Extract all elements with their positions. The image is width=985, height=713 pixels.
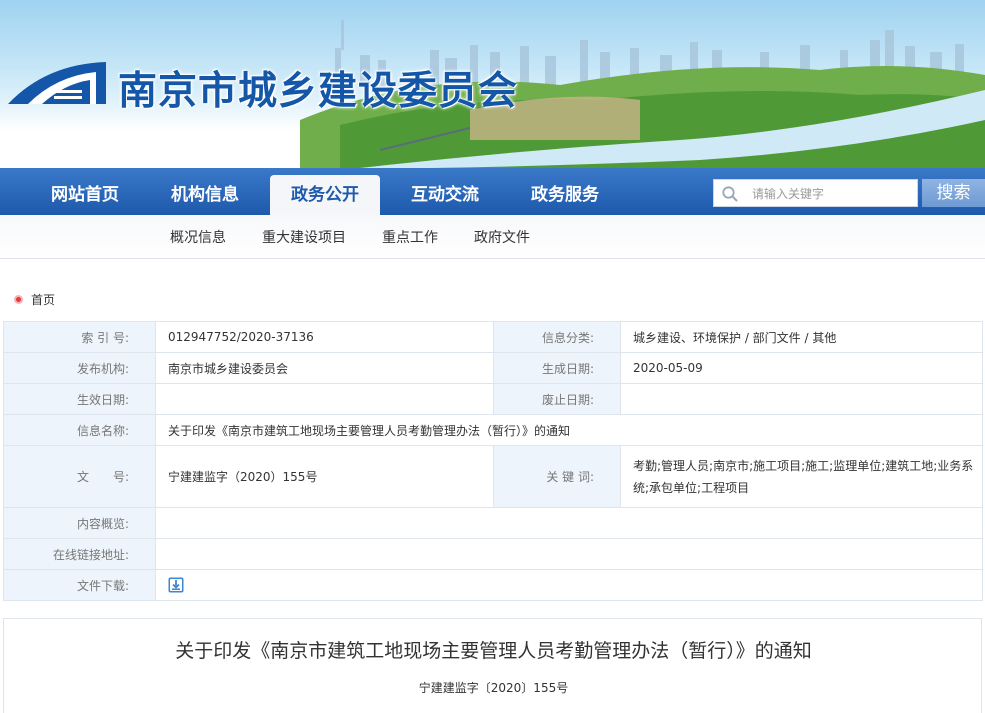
sub-nav: 概况信息 重大建设项目 重点工作 政府文件 <box>0 215 985 259</box>
subnav-overview[interactable]: 概况信息 <box>170 227 226 247</box>
info-name-label: 信息名称: <box>4 415 156 446</box>
category-label: 信息分类: <box>494 322 621 353</box>
site-logo-icon <box>6 60 110 108</box>
online-link-value <box>156 539 983 570</box>
subnav-government-documents[interactable]: 政府文件 <box>474 227 530 247</box>
article-doc-number: 宁建建监字〔2020〕155号 <box>4 679 983 696</box>
category-value: 城乡建设、环境保护 / 部门文件 / 其他 <box>621 322 983 353</box>
search-box <box>713 179 918 207</box>
table-row: 在线链接地址: <box>4 539 983 570</box>
search-button[interactable]: 搜索 <box>922 179 985 207</box>
publisher-label: 发布机构: <box>4 353 156 384</box>
info-name-value: 关于印发《南京市建筑工地现场主要管理人员考勤管理办法（暂行）》的通知 <box>156 415 983 446</box>
nav-government-affairs[interactable]: 政务公开 <box>270 175 380 215</box>
online-link-label: 在线链接地址: <box>4 539 156 570</box>
table-row: 文件下载: <box>4 570 983 601</box>
breadcrumb: 首页 <box>14 291 55 307</box>
article-title: 关于印发《南京市建筑工地现场主要管理人员考勤管理办法（暂行）》的通知 <box>4 636 983 663</box>
nav-home[interactable]: 网站首页 <box>30 175 140 215</box>
abolished-date-value <box>621 384 983 415</box>
breadcrumb-home[interactable]: 首页 <box>31 291 55 308</box>
bullet-icon <box>14 295 23 304</box>
created-date-label: 生成日期: <box>494 353 621 384</box>
search-icon <box>721 185 739 203</box>
table-row: 索 引 号: 012947752/2020-37136 信息分类: 城乡建设、环… <box>4 322 983 353</box>
summary-value <box>156 508 983 539</box>
abolished-date-label: 废止日期: <box>494 384 621 415</box>
nav-interaction[interactable]: 互动交流 <box>390 175 500 215</box>
search-input[interactable] <box>752 183 912 204</box>
header-banner: 南京市城乡建设委员会 <box>0 0 985 168</box>
subnav-key-work[interactable]: 重点工作 <box>382 227 438 247</box>
created-date-value: 2020-05-09 <box>621 353 983 384</box>
nav-services[interactable]: 政务服务 <box>510 175 620 215</box>
doc-number-value: 宁建建监字（2020）155号 <box>156 446 494 508</box>
nav-organization[interactable]: 机构信息 <box>150 175 260 215</box>
document-info-table: 索 引 号: 012947752/2020-37136 信息分类: 城乡建设、环… <box>3 321 983 601</box>
subnav-major-projects[interactable]: 重大建设项目 <box>262 227 346 247</box>
table-row: 信息名称: 关于印发《南京市建筑工地现场主要管理人员考勤管理办法（暂行）》的通知 <box>4 415 983 446</box>
site-title: 南京市城乡建设委员会 <box>118 60 518 116</box>
index-label: 索 引 号: <box>4 322 156 353</box>
doc-number-label: 文 号: <box>4 446 156 508</box>
file-download-label: 文件下载: <box>4 570 156 601</box>
keywords-value: 考勤;管理人员;南京市;施工项目;施工;监理单位;建筑工地;业务系统;承包单位;… <box>621 446 983 508</box>
index-value: 012947752/2020-37136 <box>156 322 494 353</box>
keywords-label: 关 键 词: <box>494 446 621 508</box>
table-row: 内容概览: <box>4 508 983 539</box>
effective-date-label: 生效日期: <box>4 384 156 415</box>
table-row: 发布机构: 南京市城乡建设委员会 生成日期: 2020-05-09 <box>4 353 983 384</box>
summary-label: 内容概览: <box>4 508 156 539</box>
table-row: 文 号: 宁建建监字（2020）155号 关 键 词: 考勤;管理人员;南京市;… <box>4 446 983 508</box>
publisher-value: 南京市城乡建设委员会 <box>156 353 494 384</box>
article-panel: 关于印发《南京市建筑工地现场主要管理人员考勤管理办法（暂行）》的通知 宁建建监字… <box>3 618 982 713</box>
effective-date-value <box>156 384 494 415</box>
table-row: 生效日期: 废止日期: <box>4 384 983 415</box>
file-download-cell <box>156 570 983 601</box>
download-icon[interactable] <box>168 577 184 593</box>
